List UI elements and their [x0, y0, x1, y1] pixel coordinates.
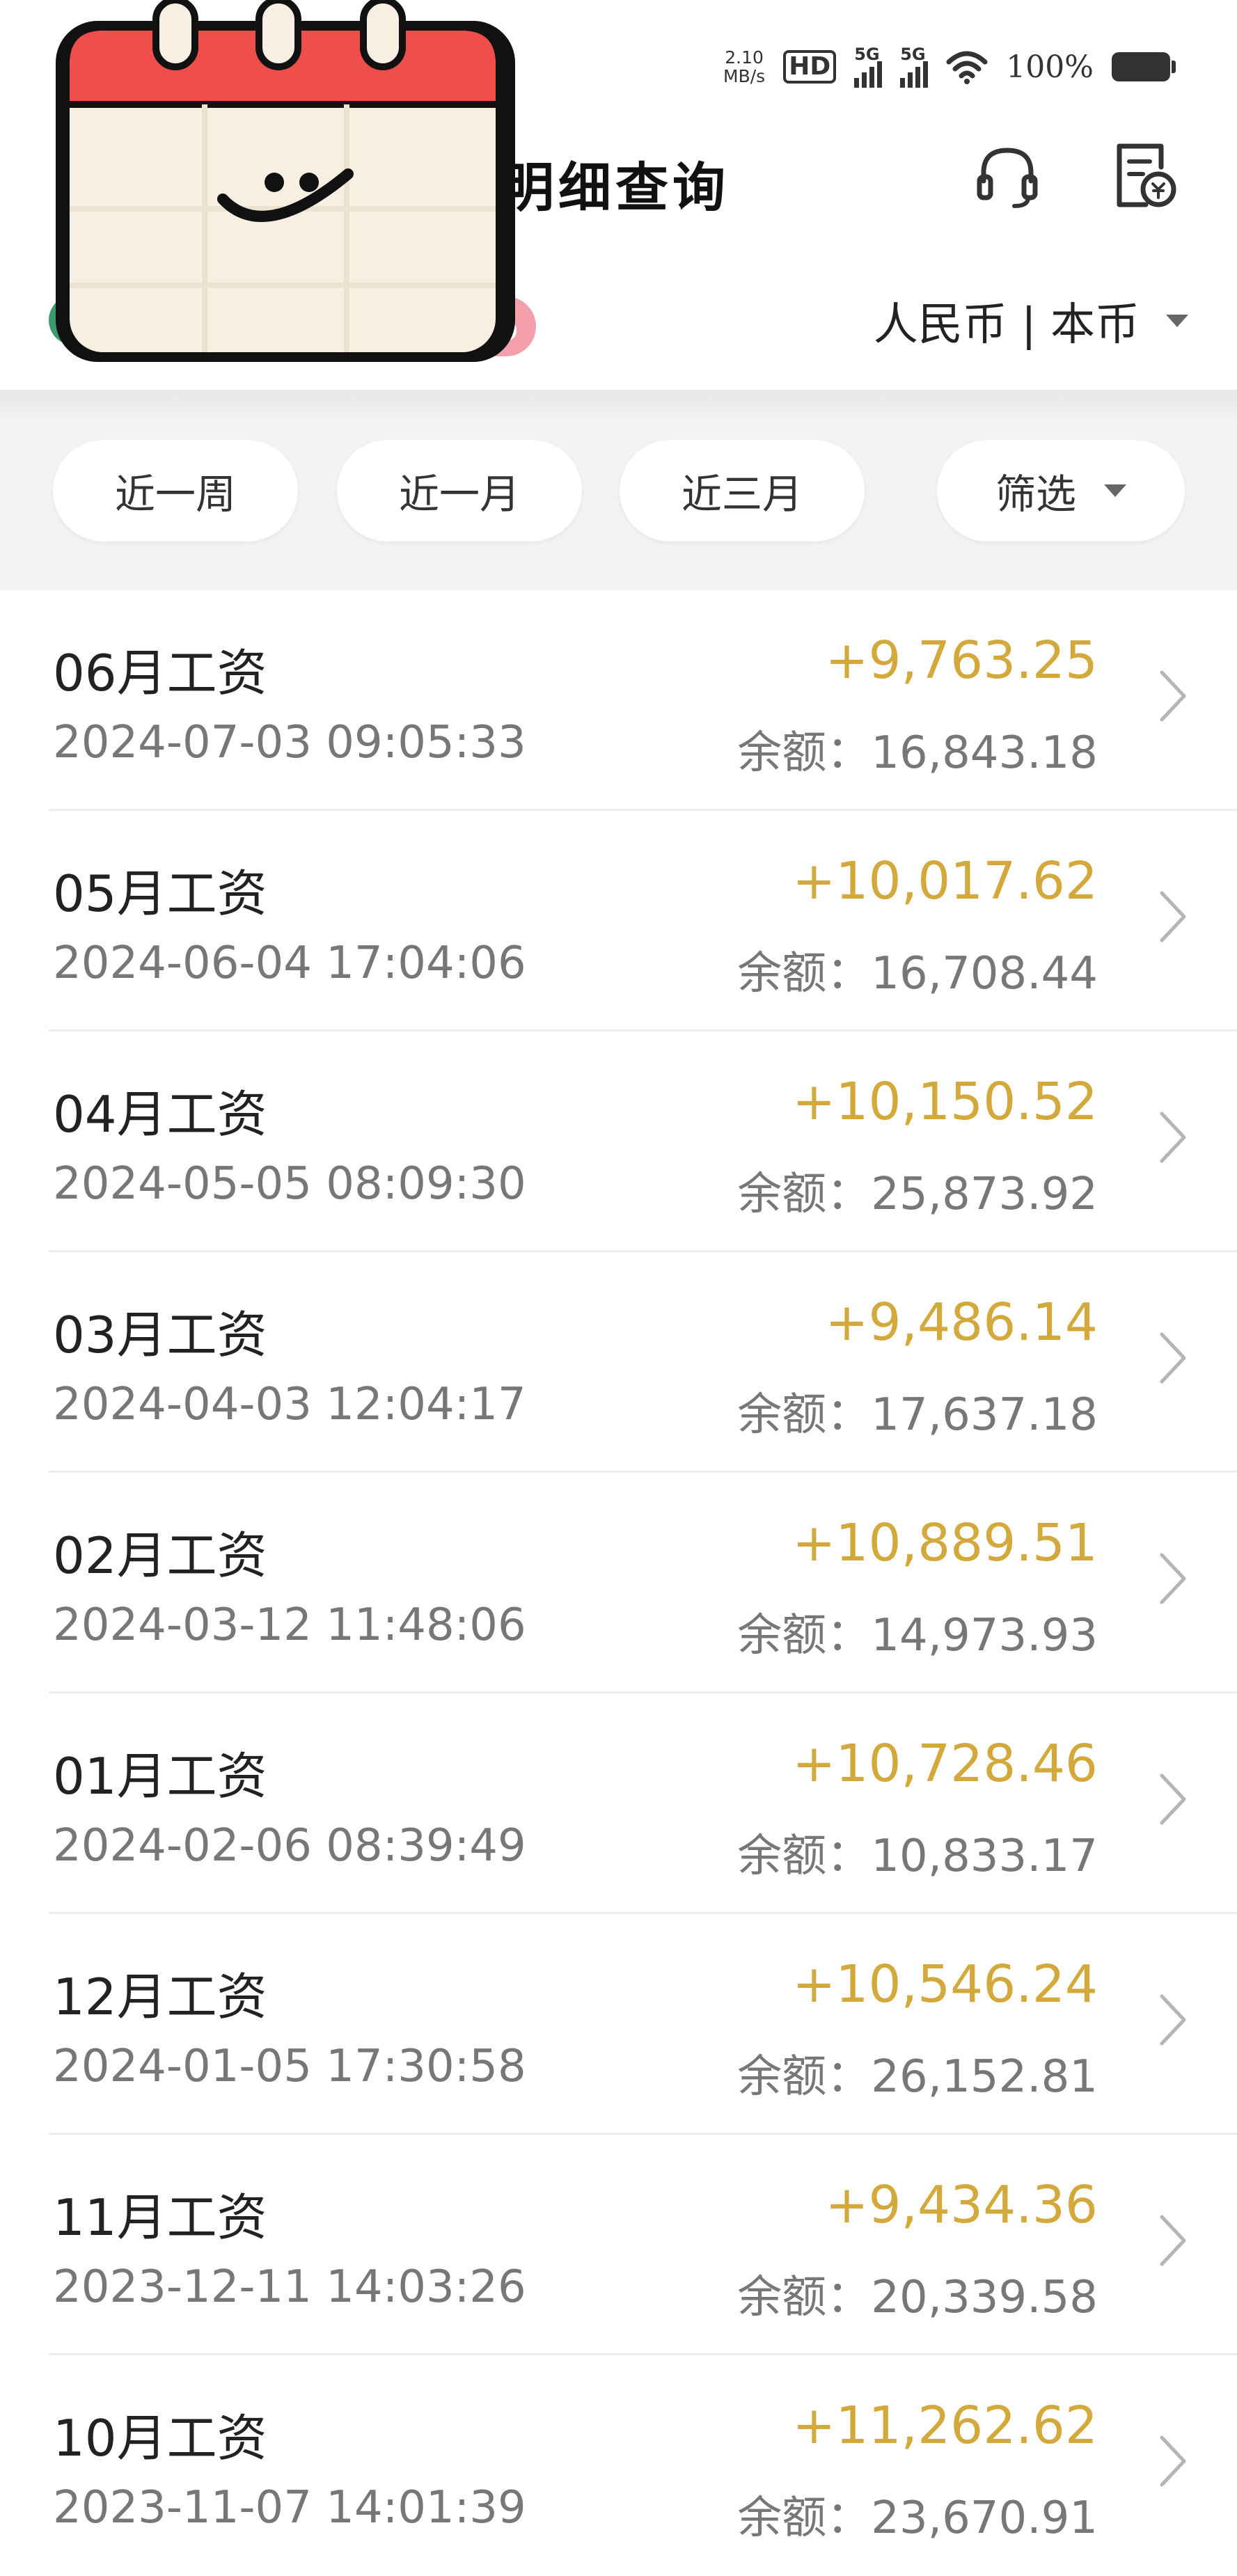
- calendar-sticker-icon: [56, 0, 515, 362]
- chevron-right-icon: [1160, 1994, 1186, 2046]
- transaction-name: 11月工资: [53, 2188, 267, 2247]
- transaction-time: 2024-02-06 08:39:49: [53, 1820, 526, 1872]
- filter-month-button[interactable]: 近一月: [337, 440, 582, 542]
- network-speed-unit: MB/s: [723, 66, 766, 86]
- filter-three-months-label: 近三月: [681, 471, 803, 518]
- network-speed: 2.10 MB/s: [723, 48, 765, 86]
- signal-type-label: 5G: [854, 45, 880, 64]
- chevron-right-icon: [1160, 891, 1186, 942]
- filter-more-label: 筛选: [995, 471, 1076, 518]
- battery-icon: [1112, 52, 1176, 81]
- chevron-right-icon: [1160, 1773, 1186, 1825]
- transaction-amount: +9,434.36: [825, 2175, 1098, 2235]
- transaction-time: 2024-03-12 11:48:06: [53, 1599, 526, 1651]
- transaction-amount: +9,486.14: [825, 1293, 1098, 1352]
- transaction-balance: 余额：20,339.58: [737, 2272, 1098, 2323]
- chevron-right-icon: [1160, 1332, 1186, 1384]
- transaction-row[interactable]: 06月工资 2024-07-03 09:05:33 +9,763.25 余额：1…: [0, 590, 1237, 811]
- transaction-row[interactable]: 10月工资 2023-11-07 14:01:39 +11,262.62 余额：…: [0, 2355, 1237, 2576]
- transaction-name: 01月工资: [53, 1747, 267, 1805]
- transaction-name: 06月工资: [53, 644, 267, 702]
- filter-week-button[interactable]: 近一周: [53, 440, 298, 542]
- chevron-right-icon: [1160, 670, 1186, 722]
- transaction-amount: +10,889.51: [792, 1513, 1098, 1573]
- transaction-balance: 余额：16,708.44: [737, 948, 1098, 999]
- filter-bar: 近一周 近一月 近三月 筛选: [0, 390, 1237, 590]
- chevron-right-icon: [1160, 1553, 1186, 1604]
- transaction-balance: 余额：16,843.18: [737, 727, 1098, 779]
- transaction-row[interactable]: 11月工资 2023-12-11 14:03:26 +9,434.36 余额：2…: [0, 2135, 1237, 2355]
- signal-icon: 5G: [854, 45, 883, 88]
- statement-icon[interactable]: [1107, 139, 1179, 212]
- transaction-list: 06月工资 2024-07-03 09:05:33 +9,763.25 余额：1…: [0, 590, 1237, 2576]
- signal-type-label-2: 5G: [900, 45, 926, 64]
- battery-percentage: 100%: [1006, 49, 1094, 85]
- transaction-balance: 余额：23,670.91: [737, 2492, 1098, 2544]
- transaction-amount: +11,262.62: [792, 2396, 1098, 2456]
- transaction-balance: 余额：25,873.92: [737, 1169, 1098, 1220]
- transaction-name: 12月工资: [53, 1968, 267, 2026]
- chevron-right-icon: [1160, 2435, 1186, 2487]
- transaction-amount: +9,763.25: [825, 631, 1098, 690]
- filter-more-button[interactable]: 筛选: [937, 440, 1185, 542]
- customer-service-icon[interactable]: [971, 139, 1043, 212]
- transaction-row[interactable]: 01月工资 2024-02-06 08:39:49 +10,728.46 余额：…: [0, 1693, 1237, 1914]
- network-speed-value: 2.10: [725, 47, 764, 68]
- filter-month-label: 近一月: [398, 471, 520, 518]
- page-title: 明细查询: [501, 157, 730, 219]
- transaction-amount: +10,017.62: [792, 851, 1098, 911]
- status-bar: 2.10 MB/s HD 5G 5G 100%: [723, 33, 1176, 100]
- transaction-name: 05月工资: [53, 864, 267, 923]
- transaction-time: 2024-07-03 09:05:33: [53, 717, 526, 768]
- transaction-time: 2024-04-03 12:04:17: [53, 1379, 526, 1430]
- transaction-time: 2023-12-11 14:03:26: [53, 2261, 526, 2313]
- transaction-amount: +10,728.46: [792, 1734, 1098, 1794]
- transaction-balance: 余额：10,833.17: [737, 1831, 1098, 1882]
- wifi-icon: [946, 51, 988, 84]
- chevron-right-icon: [1160, 2215, 1186, 2266]
- hd-icon: HD: [783, 50, 837, 84]
- transaction-amount: +10,150.52: [792, 1072, 1098, 1132]
- transaction-row[interactable]: 02月工资 2024-03-12 11:48:06 +10,889.51 余额：…: [0, 1473, 1237, 1693]
- chevron-down-icon: [1166, 315, 1188, 327]
- transaction-name: 10月工资: [53, 2409, 267, 2467]
- transaction-row[interactable]: 05月工资 2024-06-04 17:04:06 +10,017.62 余额：…: [0, 811, 1237, 1032]
- transaction-row[interactable]: 03月工资 2024-04-03 12:04:17 +9,486.14 余额：1…: [0, 1252, 1237, 1473]
- transaction-name: 03月工资: [53, 1306, 267, 1364]
- transaction-row[interactable]: 12月工资 2024-01-05 17:30:58 +10,546.24 余额：…: [0, 1914, 1237, 2135]
- transaction-row[interactable]: 04月工资 2024-05-05 08:09:30 +10,150.52 余额：…: [0, 1032, 1237, 1252]
- filter-week-label: 近一周: [114, 471, 236, 518]
- filter-three-months-button[interactable]: 近三月: [620, 440, 865, 542]
- transaction-name: 02月工资: [53, 1526, 267, 1585]
- transaction-balance: 余额：14,973.93: [737, 1610, 1098, 1661]
- chevron-right-icon: [1160, 1112, 1186, 1163]
- signal-icon-2: 5G: [900, 45, 929, 88]
- currency-selector[interactable]: 人民币 | 本币: [874, 289, 1188, 353]
- transaction-time: 2024-01-05 17:30:58: [53, 2041, 526, 2092]
- chevron-down-icon: [1104, 484, 1126, 497]
- currency-label: 人民币 | 本币: [873, 299, 1140, 351]
- transaction-balance: 余额：17,637.18: [737, 1389, 1098, 1441]
- transaction-time: 2024-05-05 08:09:30: [53, 1158, 526, 1210]
- transaction-time: 2023-11-07 14:01:39: [53, 2482, 526, 2534]
- transaction-name: 04月工资: [53, 1085, 267, 1144]
- transaction-time: 2024-06-04 17:04:06: [53, 938, 526, 989]
- transaction-balance: 余额：26,152.81: [737, 2051, 1098, 2103]
- transaction-amount: +10,546.24: [792, 1954, 1098, 2014]
